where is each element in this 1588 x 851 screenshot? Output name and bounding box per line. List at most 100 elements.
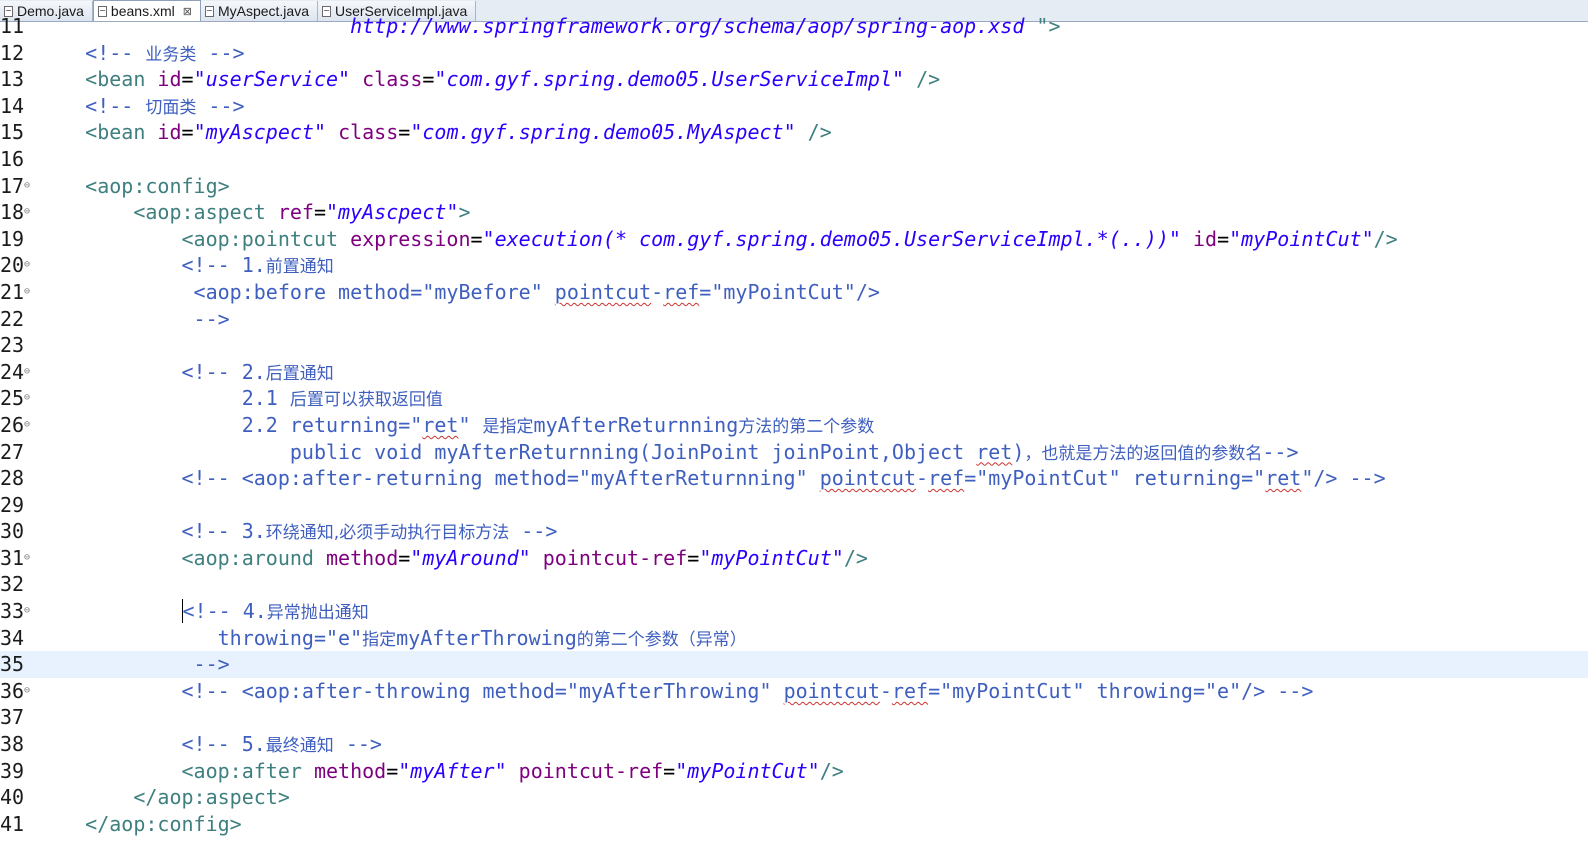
code-token: " [458, 412, 483, 437]
code-token: method [326, 545, 399, 570]
code-token: 环绕通知,必须手动执行目标方法 [265, 523, 510, 544]
fold-toggle-icon[interactable]: ⊖ [24, 252, 30, 279]
code-line[interactable]: 20 ⊖ <!-- 1.前置通知 [0, 252, 1588, 279]
code-line[interactable]: 36 ⊖ <!-- <aop:after-throwing method="myA… [0, 678, 1588, 705]
code-token: </aop:aspect> [133, 785, 290, 810]
code-token: /> [843, 545, 868, 570]
code-line[interactable]: 31 ⊖ <aop:around method="myAround" pointc… [0, 545, 1588, 572]
code-token: = [663, 758, 676, 783]
code-token: "myPointCut" [699, 545, 844, 570]
code-line[interactable]: 35 --> [0, 651, 1588, 678]
code-line[interactable]: 27 public void myAfterReturnning(JoinPoi… [0, 439, 1588, 466]
fold-toggle-icon[interactable]: ⊖ [24, 279, 30, 306]
code-token: ref [663, 279, 700, 304]
code-line[interactable]: 14 <!-- 切面类 --> [0, 93, 1588, 120]
code-line[interactable]: 29 [0, 492, 1588, 519]
code-line[interactable]: 24 ⊖ <!-- 2.后置通知 [0, 359, 1588, 386]
code-token: 最终通知 [265, 736, 334, 757]
code-line[interactable]: 23 [0, 332, 1588, 359]
line-number: 24 [0, 359, 25, 384]
code-token: ret [976, 439, 1013, 464]
line-number: 15 [0, 120, 25, 145]
code-line[interactable]: 25 ⊖ 2.1 后置可以获取返回值 [0, 385, 1588, 412]
code-token: = [386, 758, 399, 783]
code-token: = [470, 226, 483, 251]
code-token: 业务类 [145, 44, 197, 65]
code-line[interactable]: 22 --> [0, 306, 1588, 333]
code-text: <bean id="myAscpect" class="com.gyf.spri… [37, 119, 832, 146]
code-line[interactable]: 37 [0, 704, 1588, 731]
code-line[interactable]: 13 <bean id="userService" class="com.gyf… [0, 66, 1588, 93]
fold-toggle-icon[interactable]: ⊖ [24, 678, 30, 705]
code-line[interactable]: 41 </aop:config> [0, 811, 1588, 838]
code-line[interactable]: 28 <!-- <aop:after-returning method="myA… [0, 465, 1588, 492]
fold-toggle-icon[interactable]: ⊖ [24, 598, 30, 625]
code-token: ) [1012, 439, 1025, 464]
fold-toggle-icon[interactable]: ⊖ [24, 412, 30, 439]
code-line[interactable]: 26 ⊖ 2.2 returning="ret" 是指定myAfterReturn… [0, 412, 1588, 439]
code-text: <aop:after method="myAfter" pointcut-ref… [37, 758, 844, 785]
code-token: ="myPointCut"/> [699, 279, 880, 304]
code-token: "myPointCut" [1229, 226, 1374, 251]
fold-toggle-icon[interactable]: ⊖ [24, 173, 30, 200]
code-text: <bean id="userService" class="com.gyf.sp… [37, 66, 940, 93]
code-token: 异常抛出通知 [266, 603, 369, 624]
code-line[interactable]: 30 <!-- 3.环绕通知,必须手动执行目标方法 --> [0, 518, 1588, 545]
code-line[interactable]: 17 ⊖ <aop:config> [0, 173, 1588, 200]
code-token: ="myPointCut" throwing="e"/> --> [928, 678, 1314, 703]
code-token: "userService" [193, 67, 351, 92]
code-text: <!-- 业务类 --> [37, 40, 244, 69]
code-token: 是指定 [482, 416, 534, 437]
code-line[interactable]: 18 ⊖ <aop:aspect ref="myAscpect"> [0, 199, 1588, 226]
code-line[interactable]: 40 </aop:aspect> [0, 784, 1588, 811]
code-token: pointcut [819, 466, 917, 491]
code-editor[interactable]: 11 http://www.springframework.org/schema… [0, 13, 1588, 851]
fold-toggle-icon[interactable]: ⊖ [24, 545, 30, 572]
code-token: ret [1265, 466, 1302, 491]
code-token: "myAfter" [398, 758, 507, 783]
code-text: --> [37, 306, 230, 333]
code-text: throwing="e"指定myAfterThrowing的第二个参数（异常） [37, 625, 747, 654]
code-line[interactable]: 16 [0, 146, 1588, 173]
code-token: ref [928, 466, 965, 491]
code-line[interactable]: 11 http://www.springframework.org/schema… [0, 13, 1588, 40]
code-token: = [687, 545, 700, 570]
code-line[interactable]: 12 <!-- 业务类 --> [0, 40, 1588, 67]
code-token: 2.1 [181, 386, 290, 411]
code-token: ="myPointCut" returning=" [964, 466, 1266, 491]
code-token: class [362, 67, 423, 92]
code-token: --> [1262, 439, 1299, 464]
line-number: 18 [0, 200, 25, 225]
code-line[interactable]: 19 <aop:pointcut expression="execution(*… [0, 226, 1588, 253]
code-token: <!-- [85, 40, 146, 65]
code-line[interactable]: 38 <!-- 5.最终通知 --> [0, 731, 1588, 758]
code-line[interactable]: 15 <bean id="myAscpect" class="com.gyf.s… [0, 119, 1588, 146]
code-token: "myAround" [410, 545, 531, 570]
code-token: "myAscpect" [193, 120, 327, 145]
code-line[interactable]: 34 throwing="e"指定myAfterThrowing的第二个参数（异… [0, 625, 1588, 652]
code-text: --> [37, 651, 230, 678]
fold-toggle-icon[interactable]: ⊖ [24, 385, 30, 412]
code-token: = [181, 120, 194, 145]
fold-toggle-icon[interactable]: ⊖ [24, 359, 30, 386]
line-number: 23 [0, 333, 25, 358]
code-line[interactable]: 33 ⊖ <!-- 4.异常抛出通知 [0, 598, 1588, 625]
line-number: 31 [0, 545, 25, 570]
code-line[interactable]: 32 [0, 571, 1588, 598]
code-token: - [651, 279, 664, 304]
code-line[interactable]: 21 ⊖ <aop:before method="myBefore" pointc… [0, 279, 1588, 306]
code-text: <!-- 2.后置通知 [37, 359, 334, 388]
code-token: 2.2 returning=" [181, 412, 423, 437]
fold-toggle-icon[interactable]: ⊖ [24, 199, 30, 226]
code-line[interactable]: 39 <aop:after method="myAfter" pointcut-… [0, 758, 1588, 785]
